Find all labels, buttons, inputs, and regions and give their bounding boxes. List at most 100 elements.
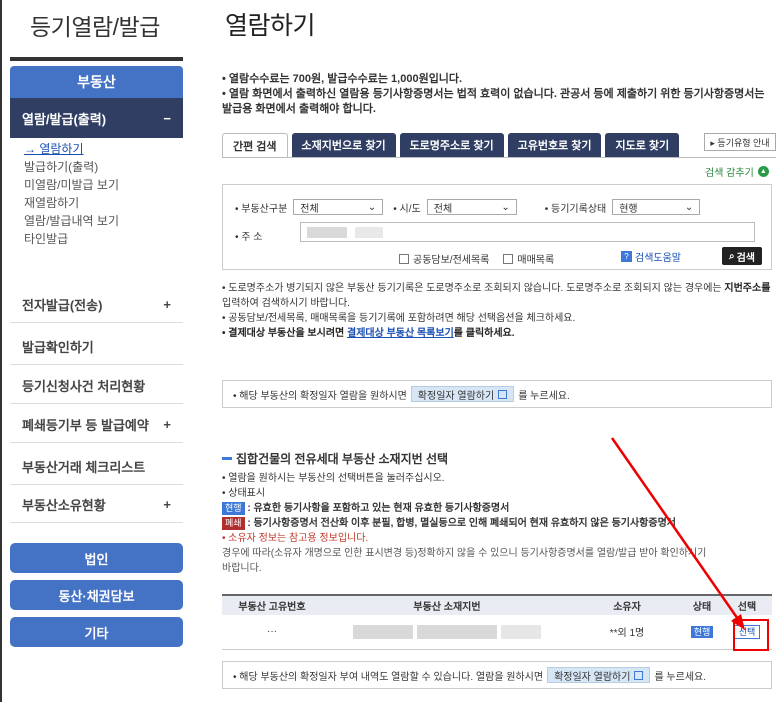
menu-electronic-issue[interactable]: 전자발급(전송) + bbox=[10, 287, 183, 323]
property-type-value: 전체 bbox=[300, 203, 319, 215]
collapse-icon[interactable]: − bbox=[163, 111, 171, 126]
redacted-text bbox=[417, 624, 497, 639]
page-title: 열람하기 bbox=[225, 12, 316, 40]
tab-lot-number[interactable]: 소재지번으로 찾기 bbox=[291, 133, 396, 157]
payment-list-link[interactable]: 결제대상 부동산 목록보기 bbox=[347, 328, 454, 339]
confirm-date-box: • 해당 부동산의 확정일자 열람을 원하시면 확정일자 열람하기 를 누르세요… bbox=[222, 380, 772, 408]
tab-simple-search[interactable]: 간편 검색 bbox=[222, 133, 288, 157]
joint-collateral-checkbox[interactable] bbox=[399, 253, 409, 264]
bottom-confirm-label: 확정일자 열람하기 bbox=[554, 671, 631, 683]
col-select: 선택 bbox=[722, 594, 772, 615]
hide-search-label: 검색 감추기 bbox=[705, 168, 754, 179]
menu-real-estate[interactable]: 부동산 bbox=[10, 66, 183, 98]
note-line: 발급용 화면에서 출력해야 합니다. bbox=[222, 103, 376, 115]
menu-movable[interactable]: 동산·채권담보 bbox=[10, 580, 183, 610]
left-nav: 등기열람/발급 부동산 열람/발급(출력) − → 열람하기 발급하기(출력) … bbox=[0, 0, 190, 702]
submenu-view[interactable]: → 열람하기 bbox=[10, 140, 183, 158]
expand-icon[interactable]: + bbox=[163, 297, 171, 312]
city-value: 전체 bbox=[433, 203, 453, 215]
col-owner: 소유자 bbox=[572, 594, 682, 615]
menu-case-status[interactable]: 등기신청사건 처리현황 bbox=[10, 368, 183, 404]
cell-status: 현행 bbox=[682, 615, 722, 650]
submenu-other-issue[interactable]: 타인발급 bbox=[10, 230, 183, 248]
redacted-text bbox=[501, 624, 541, 639]
menu-view-issue[interactable]: 열람/발급(출력) − bbox=[10, 98, 183, 138]
note-line: • 열람을 원하시는 부동산의 선택버튼을 눌러주십시오. bbox=[222, 473, 445, 484]
property-type-select[interactable]: 전체 ⌄ bbox=[293, 199, 384, 215]
trade-list-label: 매매목록 bbox=[517, 255, 555, 266]
record-status-select[interactable]: 현행 ⌄ bbox=[612, 199, 701, 215]
expand-icon[interactable]: + bbox=[163, 497, 171, 512]
redacted-text bbox=[355, 227, 383, 238]
submenu-history[interactable]: 열람/발급내역 보기 bbox=[10, 212, 183, 230]
tab-map[interactable]: 지도로 찾기 bbox=[605, 133, 680, 157]
note-line: • 열람 화면에서 출력하신 열람용 등기사항증명서는 법적 효력이 없습니다.… bbox=[222, 88, 765, 100]
chevron-down-icon: ⌄ bbox=[684, 201, 694, 213]
bottom-post: 를 누르세요. bbox=[654, 671, 707, 683]
menu-label: 발급확인하기 bbox=[22, 340, 94, 355]
col-id: 부동산 고유번호 bbox=[222, 594, 322, 615]
tab-road-address[interactable]: 도로명주소로 찾기 bbox=[399, 133, 504, 157]
record-status-value: 현행 bbox=[619, 203, 638, 215]
city-select[interactable]: 전체 ⌄ bbox=[426, 199, 517, 215]
current-desc: : 유효한 등기사항을 포함하고 있는 현재 유효한 등기사항증명서 bbox=[247, 503, 510, 514]
confirm-pre: • 해당 부동산의 확정일자 열람을 원하시면 bbox=[233, 390, 407, 402]
joint-collateral-label: 공동담보/전세목록 bbox=[413, 255, 490, 266]
search-tabs: 간편 검색 소재지번으로 찾기 도로명주소로 찾기 고유번호로 찾기 지도로 찾… bbox=[222, 133, 680, 157]
search-panel: • 부동산구분 전체 ⌄ • 시/도 전체 ⌄ • 등기기록상태 현행 ⌄ • … bbox=[222, 184, 772, 270]
redacted-text bbox=[307, 227, 347, 238]
left-title-rule bbox=[10, 57, 183, 61]
menu-etc[interactable]: 기타 bbox=[10, 617, 183, 647]
section-title: 집합건물의 전유세대 부동산 소재지번 선택 bbox=[222, 450, 448, 467]
external-link-icon bbox=[498, 389, 508, 399]
col-address: 부동산 소재지번 bbox=[322, 594, 572, 615]
note-line: 폐쇄 : 등기사항증명서 전산화 이후 분필, 합병, 멸실등으로 인해 폐쇄되… bbox=[222, 516, 777, 531]
note-line: • 소유자 정보는 참고용 정보입니다. bbox=[222, 533, 369, 544]
search-help-button[interactable]: ? 검색도움말 bbox=[621, 249, 681, 264]
cell-address bbox=[322, 615, 572, 650]
search-icon: ⌕ bbox=[728, 250, 735, 262]
submenu-unviewed[interactable]: 미열람/미발급 보기 bbox=[10, 176, 183, 194]
trade-list-checkbox[interactable] bbox=[503, 253, 514, 264]
tab-unique-id[interactable]: 고유번호로 찾기 bbox=[507, 133, 602, 157]
menu-corporation[interactable]: 법인 bbox=[10, 543, 183, 573]
note-line: • 상태표시 bbox=[222, 488, 266, 499]
info-bold: 지번주소를 bbox=[724, 283, 771, 294]
info-line: 입력하여 검색하시기 바랍니다. bbox=[222, 298, 350, 309]
tab-divider bbox=[222, 157, 776, 158]
cell-owner: **외 1명 bbox=[572, 615, 682, 650]
info-line: • 도로명주소가 병기되지 않은 부동산 등기기록은 도로명주소로 조회되지 않… bbox=[222, 282, 777, 296]
left-title: 등기열람/발급 bbox=[30, 14, 160, 40]
bottom-pre: • 해당 부동산의 확정일자 부여 내역도 열람할 수 있습니다. 열람을 원하… bbox=[233, 671, 544, 683]
hide-search-toggle[interactable]: 검색 감추기 ▲ bbox=[705, 164, 769, 179]
status-badge: 현행 bbox=[690, 626, 714, 639]
table-row: ··· **외 1명 현행 선택 bbox=[222, 615, 772, 650]
highlight-box bbox=[733, 619, 769, 651]
section-title-text: 집합건물의 전유세대 부동산 소재지번 선택 bbox=[236, 452, 449, 466]
submenu-issue[interactable]: 발급하기(출력) bbox=[10, 158, 183, 176]
redacted-text bbox=[353, 624, 413, 639]
menu-label: 폐쇄등기부 등 발급예약 bbox=[22, 418, 149, 433]
confirm-date-button[interactable]: 확정일자 열람하기 bbox=[410, 386, 515, 402]
menu-closed-reservation[interactable]: 폐쇄등기부 등 발급예약 + bbox=[10, 407, 183, 443]
bottom-confirm-button[interactable]: 확정일자 열람하기 bbox=[547, 667, 651, 683]
submenu-review[interactable]: 재열람하기 bbox=[10, 194, 183, 212]
list-options: 공동담보/전세목록 매매목록 bbox=[399, 251, 554, 266]
search-button-label: 검색 bbox=[736, 252, 755, 264]
expand-icon[interactable]: + bbox=[163, 417, 171, 432]
menu-verify-issue[interactable]: 발급확인하기 bbox=[10, 329, 183, 365]
section-bullet-icon bbox=[222, 457, 232, 460]
property-table: 부동산 고유번호 부동산 소재지번 소유자 상태 선택 ··· **외 1명 현… bbox=[222, 594, 772, 650]
submenu: → 열람하기 발급하기(출력) 미열람/미발급 보기 재열람하기 열람/발급내역… bbox=[10, 140, 183, 248]
search-filters: • 부동산구분 전체 ⌄ • 시/도 전체 ⌄ • 등기기록상태 현행 ⌄ bbox=[235, 199, 710, 215]
address-input[interactable] bbox=[300, 222, 755, 242]
registry-type-guide-button[interactable]: ▸ 등기유형 안내 bbox=[704, 133, 776, 151]
menu-checklist[interactable]: 부동산거래 체크리스트 bbox=[10, 449, 183, 485]
table-header-row: 부동산 고유번호 부동산 소재지번 소유자 상태 선택 bbox=[222, 594, 772, 615]
info-line: • 결제대상 부동산을 보시려면 결제대상 부동산 목록보기를 클릭하세요. bbox=[222, 327, 777, 341]
menu-label: 부동산소유현황 bbox=[22, 498, 106, 513]
info-bold: 를 클릭하세요. bbox=[453, 328, 515, 339]
search-help-label: 검색도움말 bbox=[635, 253, 681, 264]
search-button[interactable]: ⌕ 검색 bbox=[722, 247, 762, 265]
menu-ownership[interactable]: 부동산소유현황 + bbox=[10, 487, 183, 523]
